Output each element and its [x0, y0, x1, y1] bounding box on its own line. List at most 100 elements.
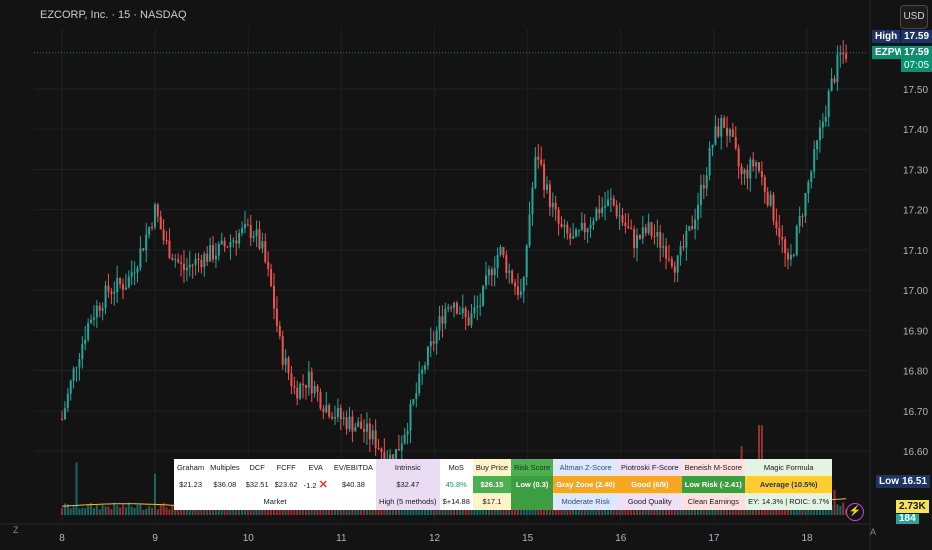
candle-body — [159, 216, 162, 230]
candle-body — [406, 430, 409, 435]
volume-bar — [139, 503, 142, 515]
candle-body — [188, 264, 191, 268]
candle-body — [354, 426, 357, 432]
candle-body — [212, 245, 215, 260]
x-tick-label: 8 — [59, 533, 65, 544]
candle-body — [316, 386, 319, 392]
candle-body — [104, 285, 107, 309]
candle-body — [461, 307, 464, 314]
candle-body — [606, 199, 609, 206]
bar-countdown: 07:05 — [901, 59, 932, 72]
candle-body — [95, 305, 98, 318]
candle-body — [682, 246, 685, 248]
candle-body — [270, 269, 273, 287]
volume-bar — [72, 506, 75, 515]
candle-body — [804, 192, 807, 217]
volume-bar — [81, 507, 84, 515]
volume-bar — [130, 506, 133, 515]
candle-body — [543, 164, 546, 190]
volume-bar — [717, 509, 720, 515]
table-row: Graham Multiples DCF FCFF EVA EV/EBITDA … — [174, 459, 833, 476]
candle-body — [653, 235, 656, 237]
candle-body — [662, 246, 665, 248]
header-intrinsic: Intrinsic — [376, 459, 440, 476]
candle-body — [618, 215, 621, 217]
candle-body — [670, 259, 673, 267]
candle-body — [717, 126, 720, 137]
header-magic-formula: Magic Formula — [745, 459, 833, 476]
volume-bar — [107, 506, 110, 515]
lightning-icon[interactable]: ⚡ — [846, 503, 864, 521]
volume-bar — [604, 509, 607, 515]
cross-icon: ✕ — [318, 479, 328, 491]
volume-bar — [95, 505, 98, 515]
candle-body — [772, 194, 775, 221]
value-buy-price: $26.15 — [472, 476, 511, 493]
auto-scale-icon[interactable]: A — [870, 527, 876, 537]
zoom-icon[interactable]: Z — [13, 525, 19, 535]
candle-body — [66, 393, 69, 409]
volume-bar — [232, 509, 235, 515]
candle-body — [792, 254, 795, 256]
volume-bar — [124, 507, 127, 515]
candle-body — [136, 267, 139, 273]
candle-body — [98, 305, 101, 311]
candle-body — [563, 224, 566, 227]
volume-bar — [168, 509, 171, 515]
candle-body — [290, 373, 293, 387]
candle-body — [75, 367, 78, 369]
candle-body — [545, 184, 548, 190]
candle-body — [496, 254, 499, 269]
candle-body — [667, 258, 670, 260]
volume-bar — [708, 509, 711, 515]
candle-body — [371, 430, 374, 440]
candle-body — [299, 383, 302, 399]
candle-body — [357, 421, 360, 427]
y-tick-label: 17.50 — [903, 85, 928, 96]
volume-bar — [153, 473, 156, 515]
value-altman: Gray Zone (2.40) — [553, 476, 619, 493]
candle-body — [679, 246, 682, 256]
x-tick-label: 17 — [708, 533, 720, 544]
candle-body — [84, 339, 87, 344]
candle-body — [339, 407, 342, 420]
volume-bar — [633, 509, 636, 515]
candle-body — [397, 448, 400, 451]
candle-body — [319, 391, 322, 409]
volume-bar — [792, 509, 795, 515]
candle-body — [830, 78, 833, 91]
candle-body — [746, 169, 749, 179]
candle-body — [647, 222, 650, 234]
candle-body — [351, 416, 354, 432]
candle-body — [403, 434, 406, 444]
candle-body — [577, 229, 580, 231]
x-tick-label: 15 — [522, 533, 534, 544]
row3-mos: $+14.88 — [439, 493, 473, 510]
header-altman: Altman Z-Score — [553, 459, 619, 476]
candle-body — [763, 177, 766, 192]
candle-body — [455, 302, 458, 314]
value-mos: 45.8% — [439, 476, 473, 493]
candle-body — [90, 319, 93, 324]
volume-bar — [772, 509, 775, 515]
candle-body — [124, 287, 127, 290]
candle-body — [572, 236, 575, 239]
candle-body — [548, 184, 551, 208]
candle-body — [813, 149, 816, 172]
volume-bar — [84, 508, 87, 515]
candle-body — [429, 341, 432, 347]
candle-body — [197, 258, 200, 260]
candle-body — [824, 116, 827, 122]
candle-body — [557, 209, 560, 224]
y-tick-label: 16.70 — [903, 407, 928, 418]
chart-title: EZCORP, Inc. · 15 · NASDAQ — [40, 9, 187, 21]
table-row: Market High (5 methods) $+14.88 $17.1 Mo… — [174, 493, 833, 510]
candle-body — [554, 202, 557, 210]
candle-body — [110, 291, 113, 294]
candle-body — [69, 380, 72, 394]
currency-button[interactable]: USD — [900, 5, 928, 29]
candle-body — [61, 418, 63, 420]
candle-body — [348, 416, 351, 429]
candle-body — [522, 277, 525, 292]
candle-body — [569, 233, 572, 239]
